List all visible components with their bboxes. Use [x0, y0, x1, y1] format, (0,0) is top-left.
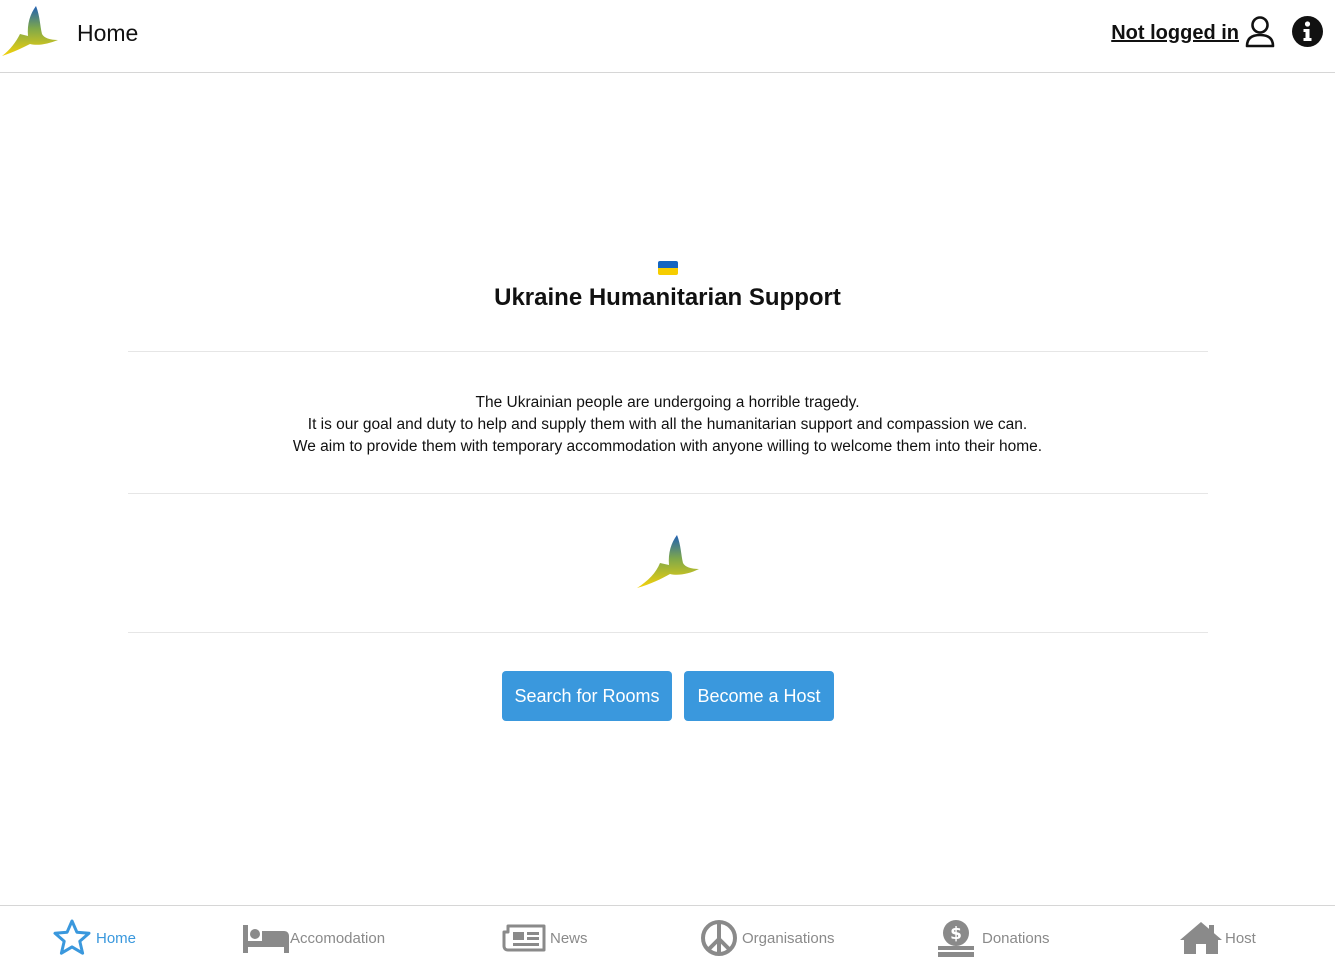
nav-label-accomodation: Accomodation: [290, 929, 386, 947]
divider: [128, 493, 1208, 494]
nav-item-host[interactable]: Host: [1179, 906, 1256, 969]
intro-line-3: We aim to provide them with temporary ac…: [292, 438, 1043, 455]
login-status-link[interactable]: Not logged in: [1111, 22, 1239, 45]
ukraine-flag-icon: [658, 261, 678, 275]
dove-logo-icon[interactable]: [0, 4, 60, 60]
nav-label-news: News: [550, 929, 588, 947]
intro-line-1: The Ukrainian people are undergoing a ho…: [475, 394, 860, 411]
nav-item-news[interactable]: News: [502, 906, 588, 969]
peace-icon: [701, 920, 737, 956]
nav-label-home: Home: [96, 929, 137, 947]
intro-text: The Ukrainian people are undergoing a ho…: [0, 392, 1335, 458]
bed-icon: [243, 925, 289, 953]
nav-item-organisations[interactable]: Organisations: [700, 906, 835, 969]
intro-line-2: It is our goal and duty to help and supp…: [307, 416, 1028, 433]
top-bar: Home Not logged in: [0, 0, 1335, 73]
become-host-button[interactable]: Become a Host: [684, 671, 834, 721]
nav-item-home[interactable]: Home: [52, 906, 136, 969]
user-icon[interactable]: [1244, 15, 1276, 48]
house-icon: [1180, 922, 1222, 954]
nav-label-organisations: Organisations: [742, 929, 835, 947]
bottom-nav: Home Accomodation News Organisations $ D…: [0, 905, 1335, 969]
nav-item-accomodation[interactable]: Accomodation: [242, 906, 385, 969]
nav-item-donations[interactable]: $ Donations: [936, 906, 1050, 969]
donate-icon: $: [938, 920, 974, 957]
search-rooms-button[interactable]: Search for Rooms: [502, 671, 672, 721]
divider: [128, 632, 1208, 633]
divider: [128, 351, 1208, 352]
nav-label-donations: Donations: [982, 929, 1050, 947]
newspaper-icon: [502, 924, 546, 952]
svg-text:$: $: [950, 924, 962, 944]
dove-emblem-icon: [637, 535, 699, 588]
headline: Ukraine Humanitarian Support: [494, 284, 841, 311]
star-icon: [53, 919, 91, 955]
page-title: Home: [77, 20, 139, 46]
info-circle-icon[interactable]: [1291, 15, 1324, 48]
nav-label-host: Host: [1225, 929, 1256, 947]
